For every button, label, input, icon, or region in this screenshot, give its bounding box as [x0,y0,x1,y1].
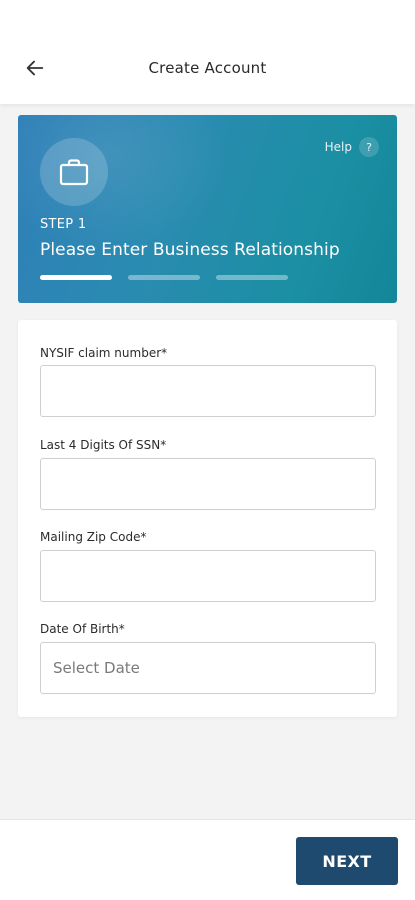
footer-bar: NEXT [0,819,415,900]
page-title: Create Account [148,59,267,77]
create-account-screen: Create Account Help ? STEP 1 Please Ente… [0,0,415,900]
question-icon: ? [359,137,379,157]
progress-segment-2 [128,275,200,280]
step-label: STEP 1 [40,217,87,232]
ssn-last4-input[interactable] [40,458,376,510]
step-banner: Help ? STEP 1 Please Enter Business Rela… [18,115,397,303]
briefcase-icon [59,159,89,186]
next-button[interactable]: NEXT [296,837,398,885]
ssn-last4-label: Last 4 Digits Of SSN* [40,438,167,452]
claim-number-input[interactable] [40,365,376,417]
zip-code-input[interactable] [40,550,376,602]
zip-code-label: Mailing Zip Code* [40,530,147,544]
progress-segment-3 [216,275,288,280]
date-of-birth-label: Date Of Birth* [40,622,125,636]
app-header: Create Account [0,0,415,104]
claim-number-label: NYSIF claim number* [40,346,168,360]
step-title: Please Enter Business Relationship [40,240,340,260]
form-card: NYSIF claim number* Last 4 Digits Of SSN… [18,320,397,717]
step-progress [40,275,288,280]
help-button[interactable]: Help ? [325,137,379,157]
briefcase-icon-container [40,138,108,206]
progress-segment-1 [40,275,112,280]
date-of-birth-picker[interactable] [40,642,376,694]
help-label: Help [324,140,352,154]
